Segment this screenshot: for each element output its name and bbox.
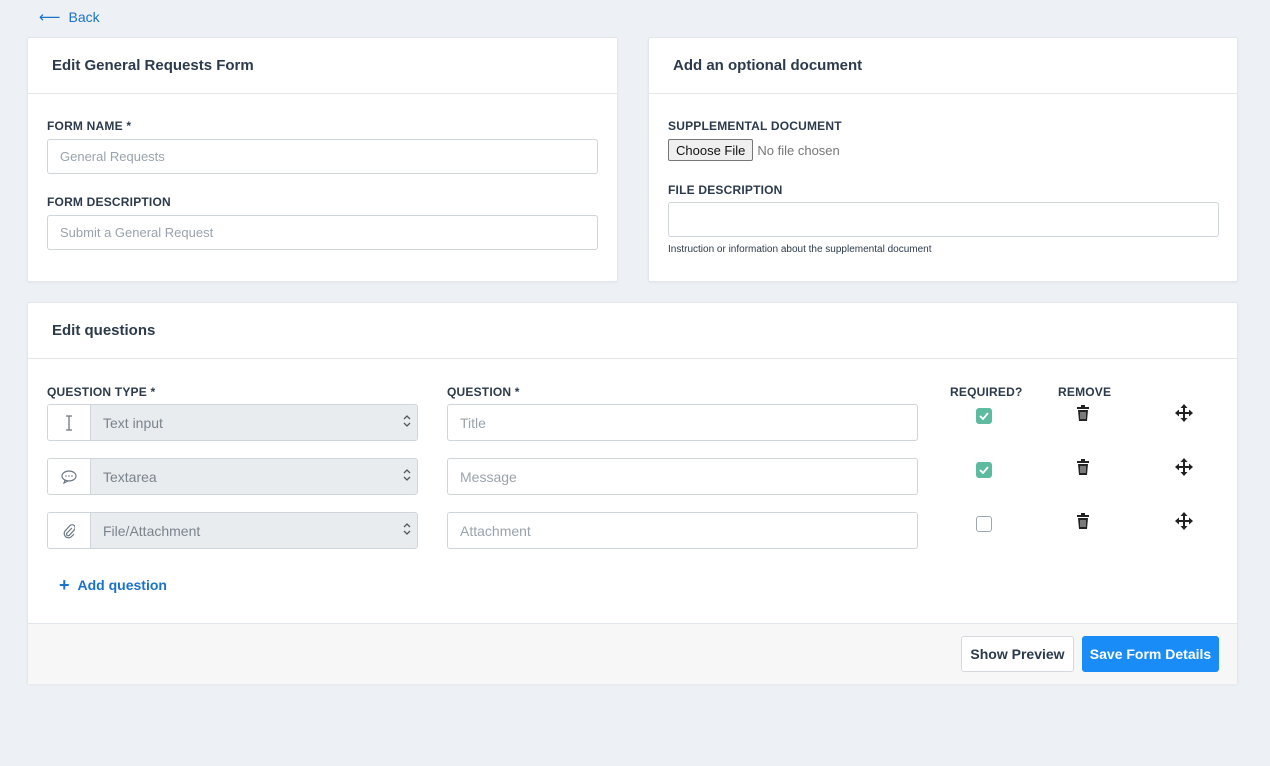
trash-icon[interactable] — [1076, 405, 1090, 421]
form-description-input[interactable] — [47, 215, 598, 250]
form-details-card: Edit General Requests Form FORM NAME * F… — [27, 37, 618, 282]
remove-header: REMOVE — [1058, 385, 1112, 399]
required-checkbox[interactable] — [976, 516, 992, 532]
trash-icon[interactable] — [1076, 459, 1090, 475]
question-message-input[interactable] — [447, 458, 918, 495]
question-title-input[interactable] — [447, 404, 918, 441]
trash-icon[interactable] — [1076, 513, 1090, 529]
back-label: Back — [68, 9, 100, 25]
back-link[interactable]: ⟵ Back — [39, 9, 100, 25]
text-cursor-icon — [48, 405, 91, 440]
add-question-button[interactable]: + Add question — [59, 576, 167, 594]
move-icon[interactable] — [1175, 512, 1193, 530]
form-description-label: FORM DESCRIPTION — [47, 195, 171, 209]
file-description-label: FILE DESCRIPTION — [668, 183, 783, 197]
add-question-label: Add question — [77, 577, 167, 593]
required-checkbox[interactable] — [976, 462, 992, 478]
file-description-input[interactable] — [668, 202, 1219, 237]
question-type-select[interactable]: Textarea — [91, 459, 417, 494]
form-name-label: FORM NAME * — [47, 119, 132, 133]
chevron-updown-icon — [403, 469, 411, 484]
question-type-group: Text input — [47, 404, 418, 441]
questions-card-title: Edit questions — [28, 303, 1237, 359]
question-type-group: Textarea — [47, 458, 418, 495]
paperclip-icon — [48, 513, 91, 548]
question-type-value: Text input — [103, 414, 163, 431]
question-type-group: File/Attachment — [47, 512, 418, 549]
question-row: Textarea — [47, 458, 1207, 495]
form-card-title: Edit General Requests Form — [28, 38, 617, 94]
file-picker: Choose File No file chosen — [668, 139, 840, 161]
check-icon — [979, 466, 989, 474]
question-attachment-input[interactable] — [447, 512, 918, 549]
question-row: File/Attachment — [47, 512, 1207, 549]
show-preview-button[interactable]: Show Preview — [961, 636, 1074, 672]
card-footer: Show Preview Save Form Details — [28, 623, 1237, 684]
question-row: Text input — [47, 404, 1207, 441]
question-type-value: Textarea — [103, 468, 157, 485]
question-type-header: QUESTION TYPE * — [47, 385, 156, 399]
question-header: QUESTION * — [447, 385, 520, 399]
arrow-left-icon: ⟵ — [39, 8, 61, 26]
chevron-updown-icon — [403, 415, 411, 430]
no-file-text: No file chosen — [757, 142, 840, 158]
file-description-help: Instruction or information about the sup… — [668, 244, 932, 255]
move-icon[interactable] — [1175, 404, 1193, 422]
choose-file-button[interactable]: Choose File — [668, 139, 754, 161]
plus-icon: + — [59, 575, 70, 595]
supplemental-document-label: SUPPLEMENTAL DOCUMENT — [668, 119, 842, 133]
required-checkbox[interactable] — [976, 408, 992, 424]
speech-bubble-icon — [48, 459, 91, 494]
move-icon[interactable] — [1175, 458, 1193, 476]
question-type-value: File/Attachment — [103, 522, 201, 539]
form-name-input[interactable] — [47, 139, 598, 174]
document-card-title: Add an optional document — [649, 38, 1237, 94]
edit-questions-card: Edit questions QUESTION TYPE * QUESTION … — [27, 302, 1238, 684]
required-header: REQUIRED? — [950, 385, 1023, 399]
save-form-button[interactable]: Save Form Details — [1082, 636, 1219, 672]
check-icon — [979, 412, 989, 420]
question-type-select[interactable]: File/Attachment — [91, 513, 417, 548]
question-type-select[interactable]: Text input — [91, 405, 417, 440]
chevron-updown-icon — [403, 523, 411, 538]
optional-document-card: Add an optional document SUPPLEMENTAL DO… — [648, 37, 1238, 282]
